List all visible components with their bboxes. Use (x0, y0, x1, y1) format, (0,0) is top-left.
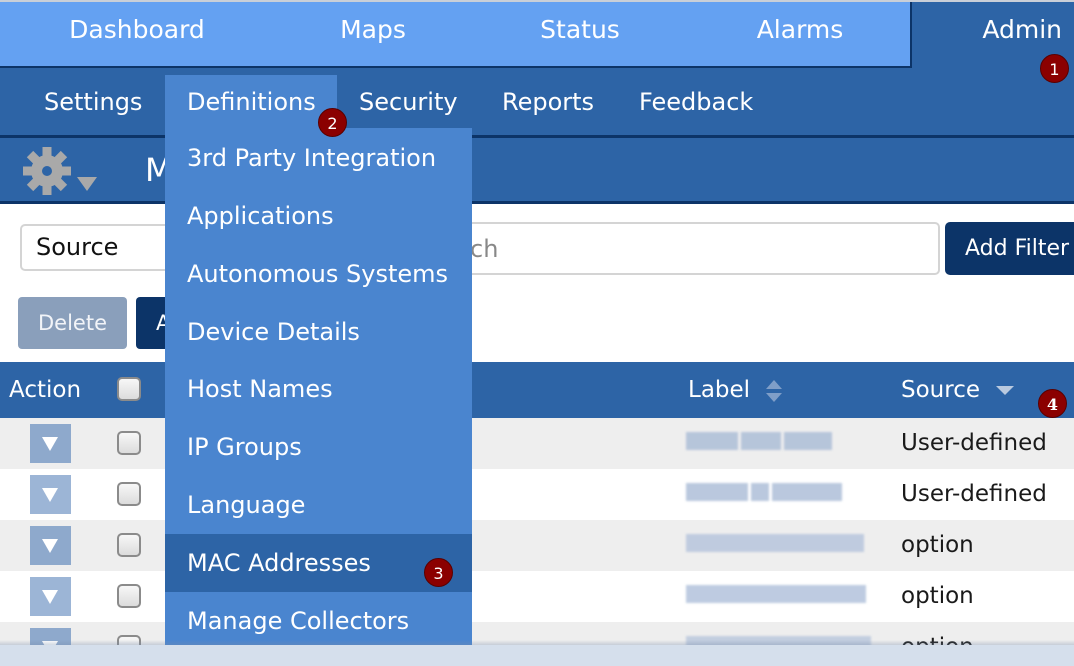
row-action-dropdown[interactable] (30, 424, 71, 463)
delete-button[interactable]: Delete (18, 297, 127, 349)
step-badge-3: 3 (424, 558, 453, 587)
menu-item-applications[interactable]: Applications (165, 187, 472, 245)
label-cell-redacted (686, 432, 866, 454)
table-body: User-defined User-defined option option … (0, 418, 1074, 666)
caret-down-icon (77, 177, 97, 191)
menu-item-host-names[interactable]: Host Names (165, 360, 472, 418)
menu-item-autonomous-systems[interactable]: Autonomous Systems (165, 245, 472, 303)
column-header-label-text: Label (688, 377, 751, 403)
table-row: User-defined (0, 418, 1074, 469)
row-checkbox[interactable] (117, 482, 141, 506)
source-cell: User-defined (901, 430, 1047, 456)
step-badge-1: 1 (1040, 54, 1069, 83)
add-filter-button[interactable]: Add Filter (945, 222, 1074, 275)
step-badge-4: 4 (1038, 389, 1067, 418)
search-input[interactable] (430, 222, 940, 275)
column-header-source[interactable]: Source (901, 362, 1015, 418)
column-header-label[interactable]: Label (688, 362, 783, 418)
admin-sub-navigation: Settings Definitions Security Reports Fe… (0, 68, 1074, 138)
row-action-dropdown[interactable] (30, 475, 71, 514)
source-cell: option (901, 532, 974, 558)
row-checkbox[interactable] (117, 584, 141, 608)
sort-descending-icon (996, 385, 1015, 395)
label-cell-redacted (686, 585, 866, 607)
subnav-security[interactable]: Security (337, 68, 480, 135)
top-navigation: Dashboard Maps Status Alarms Admin (0, 0, 1074, 68)
menu-item-device-details[interactable]: Device Details (165, 303, 472, 361)
column-header-source-text: Source (901, 377, 980, 403)
table-row: option (0, 571, 1074, 622)
subnav-definitions[interactable]: Definitions (165, 75, 337, 135)
source-cell: User-defined (901, 481, 1047, 507)
row-action-dropdown[interactable] (30, 526, 71, 565)
settings-menu-button[interactable] (20, 147, 100, 197)
tab-dashboard[interactable]: Dashboard (52, 2, 222, 64)
label-cell-redacted (686, 483, 866, 505)
tab-maps[interactable]: Maps (318, 2, 428, 64)
menu-item-3rd-party-integration[interactable]: 3rd Party Integration (165, 129, 472, 187)
table-header: Action Label Source (0, 362, 1074, 418)
bottom-bar (0, 645, 1074, 666)
step-badge-2: 2 (318, 108, 347, 137)
label-cell-redacted (686, 534, 866, 556)
page-header: M (0, 138, 1074, 204)
subnav-feedback[interactable]: Feedback (617, 68, 775, 135)
row-checkbox[interactable] (117, 533, 141, 557)
sort-unsorted-icon (766, 379, 783, 402)
gear-icon (23, 147, 97, 195)
tab-status[interactable]: Status (520, 2, 640, 64)
table-row: option (0, 520, 1074, 571)
source-cell: option (901, 583, 974, 609)
subnav-reports[interactable]: Reports (480, 68, 616, 135)
column-header-action: Action (9, 377, 82, 403)
menu-item-language[interactable]: Language (165, 476, 472, 534)
row-checkbox[interactable] (117, 431, 141, 455)
top-nav-tabs: Dashboard Maps Status Alarms (0, 2, 912, 68)
menu-item-ip-groups[interactable]: IP Groups (165, 418, 472, 476)
row-action-dropdown[interactable] (30, 577, 71, 616)
select-all-checkbox[interactable] (117, 377, 141, 401)
table-row: User-defined (0, 469, 1074, 520)
tab-alarms[interactable]: Alarms (740, 2, 860, 64)
subnav-settings[interactable]: Settings (22, 68, 164, 135)
